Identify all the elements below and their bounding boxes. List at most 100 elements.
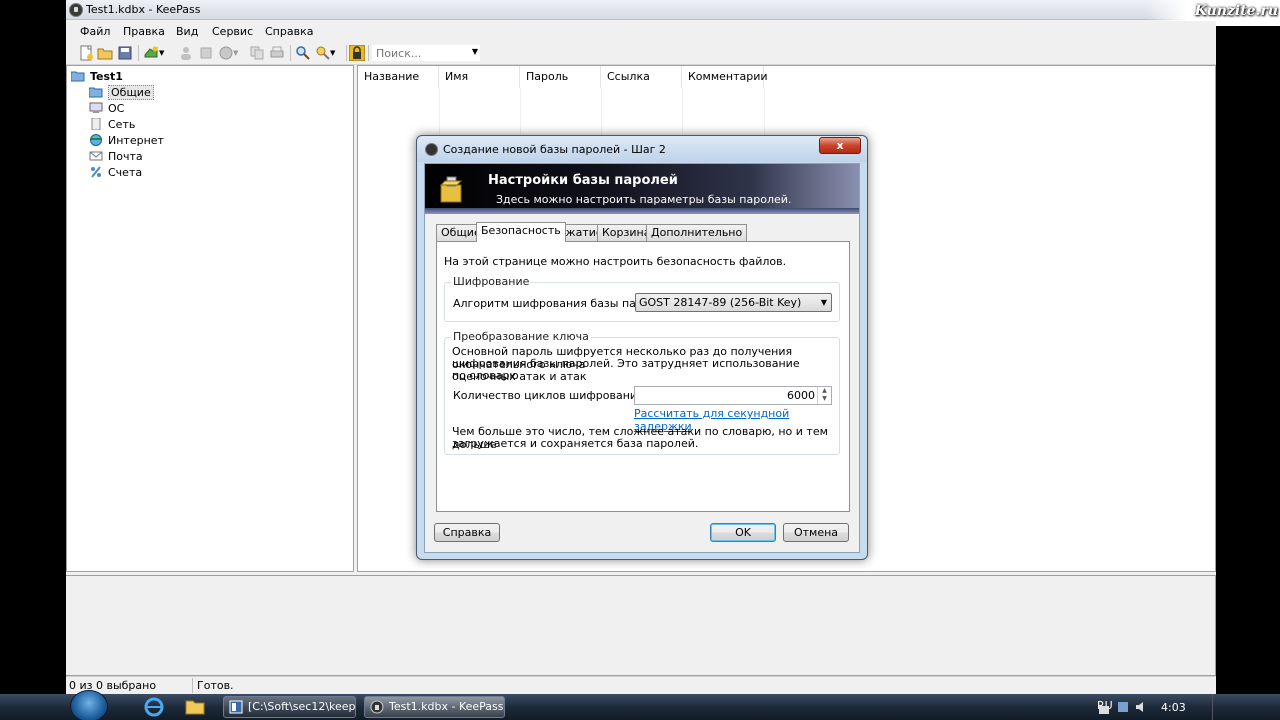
toolbar-separator	[290, 45, 291, 61]
spin-arrows-icon[interactable]: ▲ ▼	[817, 387, 831, 404]
computer-icon	[89, 102, 103, 113]
tab-advanced[interactable]: Дополнительно	[646, 224, 748, 241]
rounds-note: загружается и сохраняется база паролей.	[452, 437, 699, 450]
tools-icon[interactable]	[315, 45, 331, 61]
column-url[interactable]: Ссылка	[601, 66, 682, 88]
tree-item-label: Общие	[108, 84, 154, 100]
toolbar-separator	[138, 45, 139, 61]
column-notes[interactable]: Комментарии	[682, 66, 768, 88]
tab-security[interactable]: Безопасность	[476, 222, 566, 242]
menu-tools[interactable]: Сервис	[212, 25, 253, 38]
find-icon[interactable]	[295, 45, 311, 61]
folder-open-icon	[71, 71, 85, 82]
help-button[interactable]: Справка	[434, 523, 500, 542]
intro-text: На этой странице можно настроить безопас…	[444, 255, 787, 268]
copy-user-icon[interactable]	[178, 45, 194, 61]
folder-icon	[89, 87, 103, 98]
toolbar-separator	[346, 45, 347, 61]
explorer-folder-icon[interactable]	[182, 697, 208, 717]
start-button[interactable]	[70, 690, 108, 720]
keepass-lock-icon	[425, 143, 438, 156]
copy-password-icon[interactable]	[198, 45, 214, 61]
title-bar[interactable]: Test1.kdbx - KeePass	[66, 0, 1216, 20]
menu-edit[interactable]: Правка	[123, 25, 165, 38]
column-username[interactable]: Имя	[439, 66, 520, 88]
window-icon	[229, 700, 243, 714]
column-title[interactable]: Название	[358, 66, 439, 88]
column-password[interactable]: Пароль	[520, 66, 601, 88]
open-url-icon[interactable]	[218, 45, 234, 61]
new-database-icon[interactable]	[78, 45, 94, 61]
dialog-banner: Настройки базы паролей Здесь можно настр…	[425, 164, 859, 214]
network-tray-icon[interactable]	[1117, 701, 1129, 713]
print-icon[interactable]	[269, 45, 285, 61]
keepass-lock-icon	[370, 700, 384, 714]
banner-title: Настройки базы паролей	[488, 173, 678, 188]
window-title: Test1.kdbx - KeePass	[86, 3, 201, 16]
tree-item-label: Интернет	[108, 133, 164, 147]
menu-file[interactable]: Файл	[80, 25, 110, 38]
menu-view[interactable]: Вид	[176, 25, 198, 38]
dialog-title: Создание новой базы паролей - Шаг 2	[443, 143, 666, 156]
taskbar-item-label: Test1.kdbx - KeePass	[389, 700, 504, 713]
add-entry-dropdown-icon[interactable]: ▼	[159, 49, 175, 65]
tree-item-internet[interactable]: Интернет	[89, 132, 164, 148]
search-dropdown-icon[interactable]: ▼	[472, 47, 478, 56]
quick-search-box[interactable]: ▼	[371, 44, 481, 62]
network-icon	[91, 118, 101, 130]
ok-button[interactable]: OK	[710, 523, 776, 542]
lock-workspace-icon[interactable]	[349, 45, 365, 61]
percent-icon	[91, 166, 101, 178]
keepass-lock-icon	[69, 3, 83, 17]
menu-help[interactable]: Справка	[265, 25, 313, 38]
group-tree: Test1 Общие ОС Сеть Интернет Почта Счета	[66, 65, 354, 572]
watermark-text: Kunzite.ru	[1194, 3, 1278, 19]
tree-item-os[interactable]: ОС	[89, 100, 124, 116]
toolbar: ▼ ▼ ▼ ▼	[66, 41, 1216, 65]
add-entry-icon[interactable]	[143, 45, 159, 61]
tree-item-mail[interactable]: Почта	[89, 148, 143, 164]
tools-dropdown-icon[interactable]: ▼	[330, 49, 346, 65]
algorithm-select[interactable]: GOST 28147-89 (256-Bit Key) ▼	[635, 293, 832, 312]
copy-entry-icon[interactable]	[249, 45, 265, 61]
key-transformation-group: Преобразование ключа Основной пароль шиф…	[444, 330, 840, 455]
chevron-down-icon: ▼	[820, 298, 827, 307]
rounds-label: Количество циклов шифрования:	[453, 389, 648, 402]
url-dropdown-icon[interactable]: ▼	[233, 49, 249, 65]
toolbar-separator	[368, 45, 369, 61]
tree-item-network[interactable]: Сеть	[89, 116, 135, 132]
volume-icon[interactable]	[1135, 701, 1147, 713]
taskbar-item-keepass[interactable]: Test1.kdbx - KeePass	[364, 696, 505, 718]
encryption-group: Шифрование Алгоритм шифрования базы паро…	[444, 275, 840, 322]
tree-root[interactable]: Test1	[71, 68, 123, 84]
tree-root-label: Test1	[90, 69, 123, 83]
tree-item-label: ОС	[108, 101, 125, 115]
clock[interactable]: 4:03	[1161, 701, 1186, 714]
menu-bar: Файл Правка Вид Сервис Справка	[66, 21, 1216, 41]
tree-item-general[interactable]: Общие	[89, 84, 154, 100]
tray-flag-icon[interactable]	[1098, 704, 1110, 716]
taskbar: [C:\Soft\sec12\keepa... Test1.kdbx - Kee…	[0, 690, 1280, 720]
banner-subtitle: Здесь можно настроить параметры базы пар…	[496, 193, 792, 206]
taskbar-item-label: [C:\Soft\sec12\keepa...	[248, 700, 356, 713]
internet-explorer-icon[interactable]	[141, 697, 167, 717]
tree-item-accounts[interactable]: Счета	[89, 164, 142, 180]
rounds-stepper[interactable]: ▲▼	[634, 386, 832, 405]
save-icon[interactable]	[117, 45, 133, 61]
key-transformation-group-label: Преобразование ключа	[451, 330, 591, 343]
taskbar-item-explorer[interactable]: [C:\Soft\sec12\keepa...	[223, 696, 356, 718]
tree-item-label: Сеть	[108, 117, 136, 131]
rounds-input[interactable]	[635, 387, 817, 404]
close-button[interactable]: x	[819, 137, 861, 154]
tree-item-label: Почта	[108, 149, 143, 163]
status-divider	[192, 678, 193, 693]
dialog-body: Настройки базы паролей Здесь можно настр…	[424, 163, 860, 553]
tree-item-label: Счета	[108, 165, 143, 179]
show-desktop-button[interactable]	[1212, 694, 1220, 720]
status-bar: 0 из 0 выбрано Готов.	[66, 676, 1216, 694]
cancel-button[interactable]: Отмена	[783, 523, 849, 542]
open-folder-icon[interactable]	[97, 45, 113, 61]
globe-icon	[90, 134, 102, 146]
search-input[interactable]	[372, 45, 468, 61]
dialog-title-bar[interactable]: Создание новой базы паролей - Шаг 2 x	[417, 136, 867, 162]
